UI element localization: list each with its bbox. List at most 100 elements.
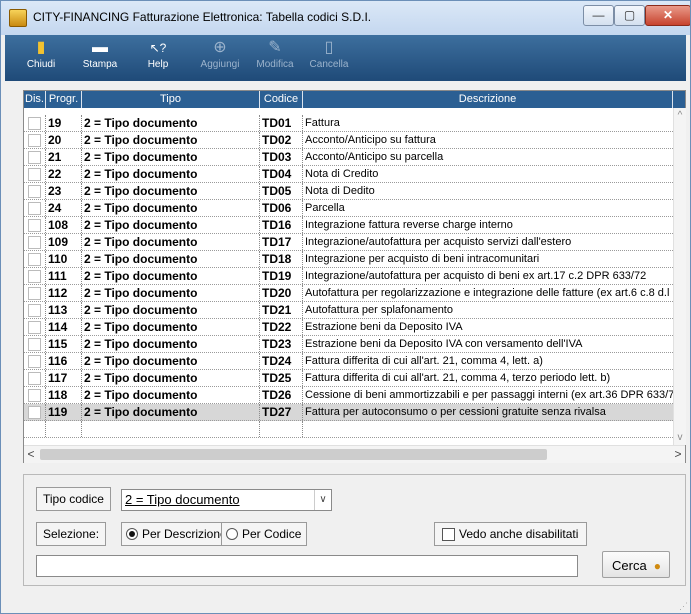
status-bar: ⋰	[1, 596, 690, 613]
cell-codice: TD21	[260, 302, 303, 318]
cerca-button[interactable]: Cerca ●	[602, 551, 670, 578]
table-row[interactable]: 109 2 = Tipo documento TD17 Integrazione/au…	[24, 234, 673, 251]
horizontal-scrollbar[interactable]: < >	[24, 445, 685, 463]
app-window: CITY-FINANCING Fatturazione Elettronica:…	[0, 0, 691, 614]
cell-dis	[24, 353, 46, 369]
search-icon: ●	[653, 559, 661, 573]
scroll-left-icon[interactable]: <	[24, 446, 38, 463]
radio-per-codice[interactable]: Per Codice	[221, 522, 308, 546]
resize-grip-icon[interactable]: ⋰	[679, 601, 688, 612]
cell-tipo: 2 = Tipo documento	[82, 200, 260, 216]
header-tipo[interactable]: Tipo	[82, 91, 260, 108]
disabled-checkbox[interactable]	[28, 236, 41, 249]
selezione-label: Selezione:	[36, 522, 107, 546]
disabled-checkbox[interactable]	[28, 117, 41, 130]
header-dis[interactable]: Dis.	[24, 91, 46, 108]
table-row[interactable]: 117 2 = Tipo documento TD25 Fattura differi…	[24, 370, 673, 387]
tool-aggiungi[interactable]: ⊕ Aggiungi	[192, 37, 248, 79]
header-descrizione[interactable]: Descrizione	[303, 91, 673, 108]
cell-dis	[24, 251, 46, 267]
disabled-checkbox[interactable]	[28, 304, 41, 317]
disabled-checkbox[interactable]	[28, 321, 41, 334]
radio-per-descrizione[interactable]: Per Descrizione	[121, 522, 233, 546]
cell-codice: TD01	[260, 115, 303, 131]
cell-dis	[24, 387, 46, 403]
cell-tipo: 2 = Tipo documento	[82, 353, 260, 369]
close-button[interactable]: ✕	[645, 5, 690, 26]
cell-tipo: 2 = Tipo documento	[82, 302, 260, 318]
scroll-right-icon[interactable]: >	[671, 446, 685, 463]
disabled-checkbox[interactable]	[28, 406, 41, 419]
cell-dis	[24, 319, 46, 335]
header-codice[interactable]: Codice	[260, 91, 303, 108]
table-row[interactable]: 20 2 = Tipo documento TD02 Acconto/Anticipo…	[24, 132, 673, 149]
checkbox-icon[interactable]	[442, 528, 455, 541]
table-row[interactable]: 111 2 = Tipo documento TD19 Integrazione/au…	[24, 268, 673, 285]
table-row[interactable]: 112 2 = Tipo documento TD20 Autofattura per…	[24, 285, 673, 302]
disabled-checkbox[interactable]	[28, 270, 41, 283]
chevron-down-icon[interactable]: ∨	[314, 490, 331, 510]
cell-progr	[46, 421, 82, 437]
disabled-checkbox[interactable]	[28, 168, 41, 181]
tool-help[interactable]: ↖? Help	[130, 37, 186, 79]
app-icon	[9, 9, 27, 27]
table-row[interactable]: 114 2 = Tipo documento TD22 Estrazione beni…	[24, 319, 673, 336]
cell-codice: TD27	[260, 404, 303, 420]
disabled-checkbox[interactable]	[28, 355, 41, 368]
table-row[interactable]: 118 2 = Tipo documento TD26 Cessione di ben…	[24, 387, 673, 404]
cell-codice	[260, 421, 303, 437]
cell-dis	[24, 115, 46, 131]
table-row[interactable]: 115 2 = Tipo documento TD23 Estrazione beni…	[24, 336, 673, 353]
scroll-up-icon[interactable]: ^	[674, 110, 686, 121]
table-row[interactable]: 22 2 = Tipo documento TD04 Nota di Credito	[24, 166, 673, 183]
cell-dis	[24, 200, 46, 216]
disabled-checkbox[interactable]	[28, 287, 41, 300]
add-icon: ⊕	[213, 39, 227, 56]
tool-modifica[interactable]: ✎ Modifica	[247, 37, 303, 79]
disabled-checkbox[interactable]	[28, 202, 41, 215]
table-row[interactable]: 113 2 = Tipo documento TD21 Autofattura per…	[24, 302, 673, 319]
tool-cancella[interactable]: ▯ Cancella	[301, 37, 357, 79]
tipo-codice-select[interactable]: 2 = Tipo documento ∨	[121, 489, 332, 511]
disabled-checkbox[interactable]	[28, 389, 41, 402]
tool-stampa[interactable]: ▬ Stampa	[72, 37, 128, 79]
minimize-button[interactable]: —	[583, 5, 614, 26]
disabled-checkbox[interactable]	[28, 372, 41, 385]
table-row[interactable]: 19 2 = Tipo documento TD01 Fattura	[24, 115, 673, 132]
vedo-disabilitati-checkbox[interactable]: Vedo anche disabilitati	[434, 522, 588, 546]
cell-dis	[24, 336, 46, 352]
horizontal-scroll-thumb[interactable]	[40, 449, 547, 460]
disabled-checkbox[interactable]	[28, 185, 41, 198]
cell-tipo: 2 = Tipo documento	[82, 268, 260, 284]
table-row[interactable]: 24 2 = Tipo documento TD06 Parcella	[24, 200, 673, 217]
tool-chiudi[interactable]: ▮ Chiudi	[13, 37, 69, 79]
disabled-checkbox[interactable]	[28, 338, 41, 351]
disabled-checkbox[interactable]	[28, 253, 41, 266]
table-row[interactable]: 23 2 = Tipo documento TD05 Nota di Dedito	[24, 183, 673, 200]
vertical-scrollbar[interactable]: ^ v	[673, 108, 686, 445]
table-row[interactable]: 108 2 = Tipo documento TD16 Integrazione fa…	[24, 217, 673, 234]
cell-dis	[24, 370, 46, 386]
scroll-down-icon[interactable]: v	[674, 432, 686, 443]
radio-unselected-icon[interactable]	[226, 528, 238, 540]
table-row[interactable]	[24, 421, 673, 438]
cell-progr: 113	[46, 302, 82, 318]
maximize-button[interactable]: ▢	[614, 5, 645, 26]
disabled-checkbox[interactable]	[28, 151, 41, 164]
table-row[interactable]: 110 2 = Tipo documento TD18 Integrazione pe…	[24, 251, 673, 268]
cell-descrizione: Integrazione/autofattura per acquisto se…	[305, 236, 572, 248]
table-row[interactable]: 21 2 = Tipo documento TD03 Acconto/Anticipo…	[24, 149, 673, 166]
disabled-checkbox[interactable]	[28, 219, 41, 232]
search-input[interactable]	[36, 555, 578, 577]
header-progr[interactable]: Progr.	[46, 91, 82, 108]
title-bar: CITY-FINANCING Fatturazione Elettronica:…	[1, 1, 690, 35]
tool-label: Help	[147, 59, 169, 70]
table-row[interactable]: 119 2 = Tipo documento TD27 Fattura per aut…	[24, 404, 673, 421]
cell-descrizione: Estrazione beni da Deposito IVA	[305, 321, 463, 333]
cell-codice: TD26	[260, 387, 303, 403]
tool-label: Aggiungi	[200, 59, 240, 70]
disabled-checkbox[interactable]	[28, 134, 41, 147]
table-row[interactable]: 116 2 = Tipo documento TD24 Fattura differi…	[24, 353, 673, 370]
radio-selected-icon[interactable]	[126, 528, 138, 540]
cell-codice: TD05	[260, 183, 303, 199]
